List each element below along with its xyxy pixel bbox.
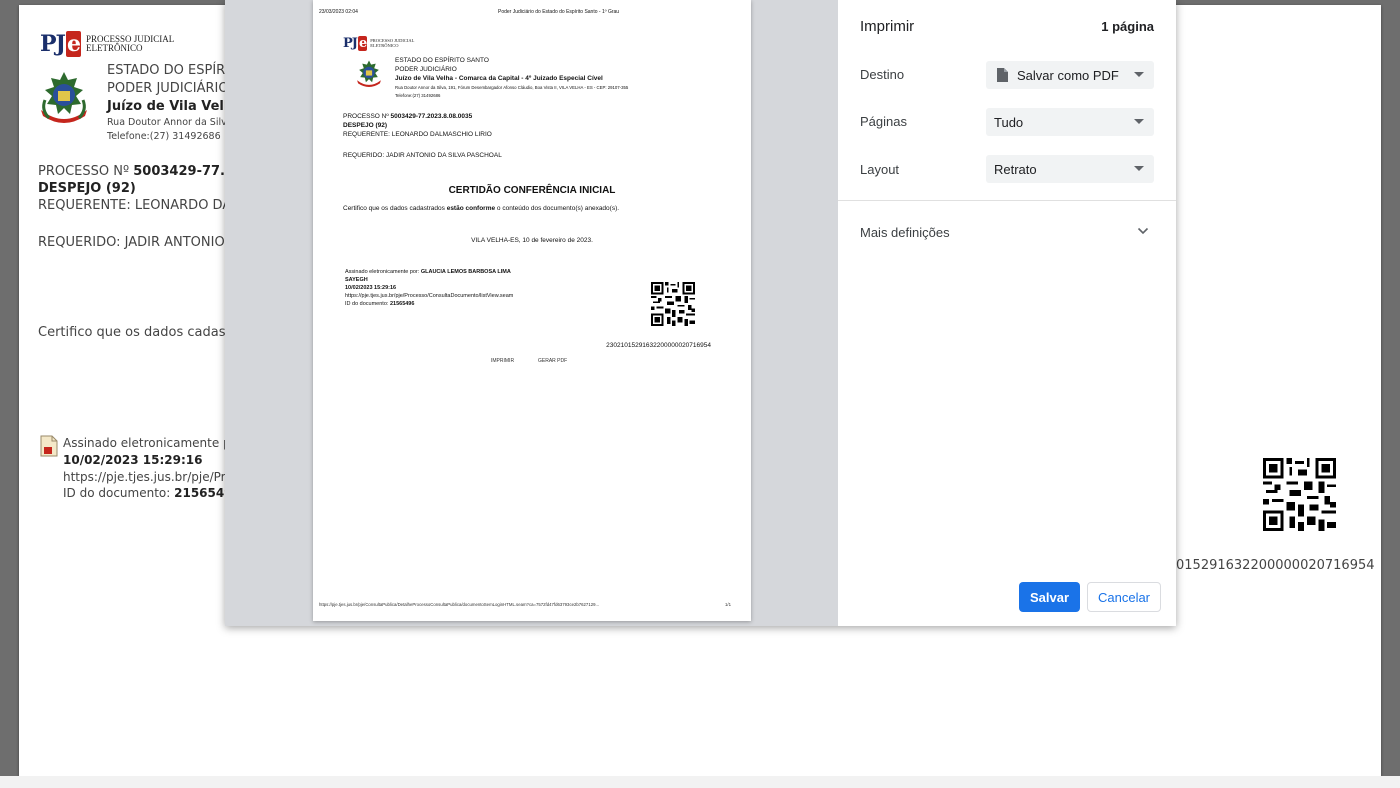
- preview-crest-icon: [357, 60, 381, 87]
- preview-url: https://pje.tjes.jus.br/pje/Processo/Con…: [345, 293, 514, 299]
- preview-requerente: REQUERENTE: LEONARDO DALMASCHIO LIRIO: [343, 131, 492, 138]
- pje-logo: PJe PROCESSO JUDICIAL ELETRÔNICO: [40, 31, 174, 57]
- print-preview-area[interactable]: 23/03/2023 02:04 Poder Judiciário do Est…: [225, 0, 838, 626]
- preview-qr-code: [651, 282, 695, 326]
- preview-certidao-title: CERTIDÃO CONFERÊNCIA INICIAL: [448, 185, 616, 196]
- preview-code: 23021015291632200000020716954: [606, 342, 711, 349]
- bg-phone: Telefone:(27) 31492686: [107, 131, 221, 142]
- preview-court: Juízo de Vila Velha - Comarca da Capital…: [395, 75, 603, 82]
- preview-header-date: 23/03/2023 02:04: [319, 9, 358, 15]
- print-title: Imprimir: [860, 18, 915, 35]
- preview-footer-url: https://pje.tjes.jus.br/pje/ConsultaPubl…: [319, 602, 600, 607]
- bg-requerente: REQUERENTE: LEONARDO DALM: [38, 198, 250, 213]
- bg-signed-datetime: 10/02/2023 15:29:16: [63, 453, 203, 467]
- chevron-down-icon: [1134, 72, 1144, 77]
- pje-logo-line2: ELETRÔNICO: [85, 43, 143, 53]
- preview-certifico: Certifico que os dados cadastrados estão…: [343, 205, 620, 212]
- page-count: 1 página: [1101, 19, 1154, 34]
- settings-divider: [838, 200, 1176, 201]
- bg-signed: Assinado eletronicamente por:: [63, 436, 247, 450]
- preview-signed-datetime: 10/02/2023 15:29:16: [345, 285, 397, 291]
- chevron-down-icon: [1134, 119, 1144, 124]
- bg-address: Rua Doutor Annor da Silva: [107, 117, 233, 128]
- signed-document-icon: [40, 435, 58, 457]
- print-dialog: 23/03/2023 02:04 Poder Judiciário do Est…: [225, 0, 1176, 626]
- preview-header-title: Poder Judiciário do Estado do Espírito S…: [498, 9, 620, 15]
- pages-select[interactable]: Tudo: [986, 108, 1154, 136]
- bottom-band: [0, 776, 1400, 788]
- file-icon: [997, 68, 1008, 82]
- more-settings-toggle[interactable]: Mais definições: [860, 225, 950, 240]
- bg-doc-id: ID do documento: 21565496: [63, 486, 241, 500]
- preview-class: DESPEJO (92): [343, 122, 388, 129]
- bg-power: PODER JUDICIÁRIO: [107, 81, 229, 96]
- bg-requerido: REQUERIDO: JADIR ANTONIO DA: [38, 235, 248, 250]
- preview-doc-id: ID do documento: 21565496: [345, 301, 415, 307]
- layout-value: Retrato: [994, 161, 1037, 177]
- preview-gerar-pdf-link: GERAR PDF: [538, 358, 568, 364]
- preview-process: PROCESSO Nº 5003429-77.2023.8.08.0035: [343, 113, 473, 120]
- preview-footer-page: 1/1: [725, 602, 731, 607]
- preview-state: ESTADO DO ESPÍRITO SANTO: [395, 57, 489, 64]
- destination-value: Salvar como PDF: [1017, 67, 1119, 83]
- preview-pje-logo-line2: ELETRÔNICO: [370, 42, 399, 48]
- layout-label: Layout: [860, 162, 900, 177]
- pje-logo-mark: PJe: [40, 31, 81, 57]
- destination-select[interactable]: Salvar como PDF: [986, 61, 1154, 89]
- preview-place-date: VILA VELHA-ES, 10 de fevereiro de 2023.: [471, 237, 593, 244]
- bg-qr-code: [1263, 458, 1336, 531]
- state-crest-icon: [41, 72, 87, 123]
- preview-pje-logo: PJ e PROCESSO JUDICIAL ELETRÔNICO: [343, 36, 414, 51]
- cancel-button[interactable]: Cancelar: [1087, 582, 1161, 612]
- preview-signed: Assinado eletronicamente por: GLAUCIA LE…: [345, 269, 511, 275]
- destination-label: Destino: [860, 67, 905, 82]
- preview-page: 23/03/2023 02:04 Poder Judiciário do Est…: [313, 0, 751, 621]
- bg-code: 015291632200000020716954: [1176, 558, 1375, 573]
- bg-class: DESPEJO (92): [38, 181, 136, 196]
- bg-certifico: Certifico que os dados cadastrad: [38, 325, 253, 340]
- save-button[interactable]: Salvar: [1019, 582, 1080, 612]
- preview-address: Rua Doutor Annor da Silva, 191, Fórum De…: [395, 85, 629, 90]
- preview-power: PODER JUDICIÁRIO: [395, 66, 457, 73]
- preview-signed-name2: SAYEGH: [345, 277, 368, 283]
- print-settings-panel: Imprimir 1 página Destino Salvar como PD…: [838, 0, 1176, 626]
- pages-label: Páginas: [860, 114, 907, 129]
- layout-select[interactable]: Retrato: [986, 155, 1154, 183]
- bg-url: https://pje.tjes.jus.br/pje/Proce: [63, 470, 247, 484]
- chevron-down-icon: [1134, 166, 1144, 171]
- preview-pje-logo-mark: PJ e: [343, 36, 367, 51]
- pages-value: Tudo: [994, 114, 1024, 130]
- preview-requerido: REQUERIDO: JADIR ANTONIO DA SILVA PASCHO…: [343, 152, 502, 159]
- preview-phone: Telefone:(27) 31492686: [395, 93, 441, 98]
- expand-chevron-icon[interactable]: [1137, 227, 1149, 235]
- preview-imprimir-link: IMPRIMIR: [491, 358, 515, 364]
